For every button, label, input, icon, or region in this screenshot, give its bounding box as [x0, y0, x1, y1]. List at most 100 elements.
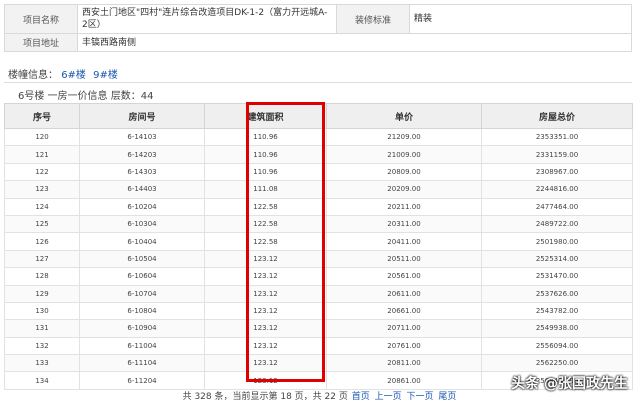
cell-total-price: 2331159.00	[481, 145, 633, 164]
cell-total-price: 2556094.00	[481, 336, 633, 356]
cell-index: 131	[4, 319, 80, 338]
cell-total-price: 2543782.00	[481, 301, 633, 321]
table-row: 129 6-10704 123.12 20611.00 2537626.00	[4, 284, 633, 303]
cell-index: 125	[4, 214, 80, 234]
table-row: 120 6-14103 110.96 21209.00 2353351.00	[4, 127, 633, 147]
cell-area: 123.12	[204, 371, 327, 390]
cell-index: 127	[4, 249, 80, 269]
cell-room: 6-10404	[79, 232, 205, 251]
cell-unit-price: 20661.00	[326, 301, 482, 321]
table-row: 133 6-11104 123.12 20811.00 2562250.00	[4, 354, 633, 373]
cell-area: 123.12	[204, 284, 327, 303]
building-info-label: 楼幢信息：	[8, 70, 58, 81]
cell-index: 123	[4, 180, 80, 199]
cell-unit-price: 20411.00	[326, 232, 482, 251]
cell-index: 121	[4, 145, 80, 164]
cell-room: 6-10904	[79, 319, 205, 338]
table-row: 125 6-10304 122.58 20311.00 2489722.00	[4, 214, 633, 234]
cell-index: 130	[4, 301, 80, 321]
col-header-unit-price: 单价	[326, 103, 482, 129]
cell-unit-price: 20711.00	[326, 319, 482, 338]
project-address-value: 丰镐西路南侧	[77, 33, 632, 52]
table-row: 122 6-14303 110.96 20809.00 2308967.00	[4, 162, 633, 182]
last-page-link[interactable]: 尾页	[438, 392, 456, 402]
decoration-value: 精装	[409, 4, 632, 34]
col-header-room: 房间号	[79, 103, 205, 129]
table-row: 126 6-10404 122.58 20411.00 2501980.00	[4, 232, 633, 251]
cell-area: 110.96	[204, 145, 327, 164]
table-row: 130 6-10804 123.12 20661.00 2543782.00	[4, 301, 633, 321]
cell-area: 110.96	[204, 127, 327, 147]
cell-room: 6-14103	[79, 127, 205, 147]
cell-total-price: 2562250.00	[481, 354, 633, 373]
table-row: 128 6-10604 123.12 20561.00 2531470.00	[4, 267, 633, 286]
pagination-summary: 共 328 条，当前显示第 18 页，共 22 页	[182, 392, 348, 402]
col-header-index: 序号	[4, 103, 80, 129]
col-header-total-price: 房屋总价	[481, 103, 633, 129]
cell-area: 123.12	[204, 249, 327, 269]
project-address-label: 项目地址	[4, 33, 78, 52]
table-header-row: 序号 房间号 建筑面积 单价 房屋总价	[4, 103, 633, 129]
prev-page-link[interactable]: 上一页	[375, 392, 402, 402]
cell-area: 123.12	[204, 267, 327, 286]
cell-total-price: 2477464.00	[481, 197, 633, 216]
project-info-table: 项目名称 西安土门地区"四村"连片综合改造项目DK-1-2（富力开远城A-2区）…	[4, 4, 632, 52]
building-info: 楼幢信息： 6#楼 9#楼	[8, 66, 122, 81]
cell-unit-price: 20511.00	[326, 249, 482, 269]
unit-price-table: 序号 房间号 建筑面积 单价 房屋总价 120 6-14103 110.96 2120…	[4, 103, 633, 390]
cell-area: 123.12	[204, 354, 327, 373]
project-name-row: 项目名称 西安土门地区"四村"连片综合改造项目DK-1-2（富力开远城A-2区）…	[4, 4, 632, 34]
cell-index: 132	[4, 336, 80, 356]
table-row: 121 6-14203 110.96 21009.00 2331159.00	[4, 145, 633, 164]
cell-index: 124	[4, 197, 80, 216]
cell-unit-price: 20211.00	[326, 197, 482, 216]
cell-unit-price: 20209.00	[326, 180, 482, 199]
table-row: 124 6-10204 122.58 20211.00 2477464.00	[4, 197, 633, 216]
cell-room: 6-10604	[79, 267, 205, 286]
cell-room: 6-11204	[79, 371, 205, 390]
cell-unit-price: 20811.00	[326, 354, 482, 373]
cell-room: 6-14403	[79, 180, 205, 199]
divider	[4, 82, 632, 83]
cell-room: 6-10704	[79, 284, 205, 303]
next-page-link[interactable]: 下一页	[407, 392, 434, 402]
cell-room: 6-10804	[79, 301, 205, 321]
cell-unit-price: 21209.00	[326, 127, 482, 147]
table-body: 120 6-14103 110.96 21209.00 2353351.00 121 6-1…	[4, 127, 633, 390]
cell-unit-price: 20561.00	[326, 267, 482, 286]
cell-total-price: 2525314.00	[481, 249, 633, 269]
cell-total-price: 2489722.00	[481, 214, 633, 234]
decoration-label: 装修标准	[336, 4, 410, 34]
cell-unit-price: 20809.00	[326, 162, 482, 182]
building-link-9[interactable]: 9#楼	[93, 70, 118, 81]
cell-unit-price: 20761.00	[326, 336, 482, 356]
cell-unit-price: 21009.00	[326, 145, 482, 164]
first-page-link[interactable]: 首页	[352, 392, 370, 402]
cell-index: 128	[4, 267, 80, 286]
cell-area: 122.58	[204, 214, 327, 234]
project-name-label: 项目名称	[4, 4, 78, 34]
cell-area: 123.12	[204, 301, 327, 321]
cell-room: 6-11004	[79, 336, 205, 356]
table-row: 123 6-14403 111.08 20209.00 2244816.00	[4, 180, 633, 199]
cell-total-price: 2353351.00	[481, 127, 633, 147]
building-link-6[interactable]: 6#楼	[61, 70, 86, 81]
cell-room: 6-14203	[79, 145, 205, 164]
cell-total-price: 2308967.00	[481, 162, 633, 182]
cell-total-price: 2549938.00	[481, 319, 633, 338]
col-header-area: 建筑面积	[204, 103, 327, 129]
cell-room: 6-10304	[79, 214, 205, 234]
cell-index: 134	[4, 371, 80, 390]
watermark: 头条 @张国政先生	[511, 376, 628, 392]
unit-list-title: 6号楼 一房一价信息 层数：44	[18, 91, 154, 102]
table-row: 132 6-11004 123.12 20761.00 2556094.00	[4, 336, 633, 356]
cell-index: 126	[4, 232, 80, 251]
cell-index: 133	[4, 354, 80, 373]
cell-total-price: 2531470.00	[481, 267, 633, 286]
cell-unit-price: 20311.00	[326, 214, 482, 234]
cell-total-price: 2244816.00	[481, 180, 633, 199]
cell-area: 122.58	[204, 232, 327, 251]
cell-index: 129	[4, 284, 80, 303]
cell-room: 6-11104	[79, 354, 205, 373]
table-row: 131 6-10904 123.12 20711.00 2549938.00	[4, 319, 633, 338]
